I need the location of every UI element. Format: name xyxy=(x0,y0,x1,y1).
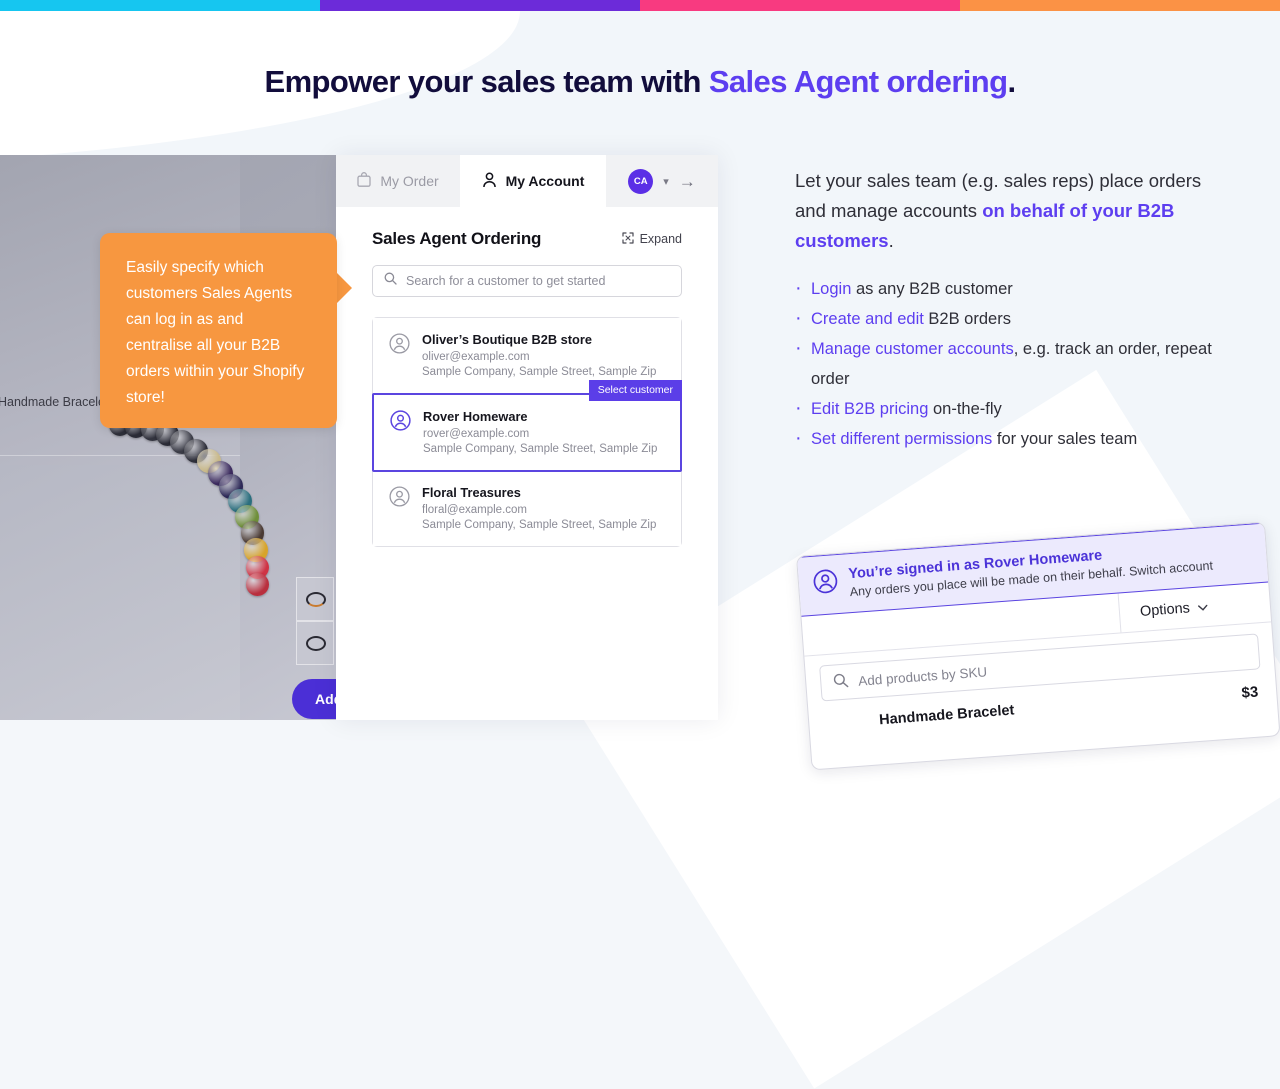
panel-body: Sales Agent Ordering Expand Search for a… xyxy=(336,207,718,547)
options-label: Options xyxy=(1139,599,1191,620)
expand-label: Expand xyxy=(639,232,682,246)
customer-name: Rover Homeware xyxy=(423,409,528,424)
customer-address: Sample Company, Sample Street, Sample Zi… xyxy=(422,366,657,378)
order-entry-card: You’re signed in as Rover Homeware Any o… xyxy=(796,521,1280,771)
bag-icon xyxy=(357,172,371,190)
feature-callout: Easily specify which customers Sales Age… xyxy=(100,233,337,428)
strip-segment-cyan xyxy=(0,0,320,11)
customer-info: Floral Treasures floral@example.com Samp… xyxy=(422,485,656,531)
search-icon xyxy=(384,272,397,290)
list-item[interactable]: Select customer Rover Homeware rover@exa… xyxy=(372,380,682,472)
headline-period: . xyxy=(1007,64,1016,99)
chevron-down-icon[interactable]: ▾ xyxy=(663,175,669,188)
list-item: Set different permissions for your sales… xyxy=(795,423,1215,454)
feature-list: Login as any B2B customer Create and edi… xyxy=(795,273,1215,454)
customer-avatar-icon xyxy=(390,410,411,431)
feature-rest: B2B orders xyxy=(923,310,1011,328)
person-icon xyxy=(482,172,497,191)
product-title: Handmade Bracelet xyxy=(0,395,109,409)
feature-rest: on-the-fly xyxy=(928,400,1002,418)
page-title: Empower your sales team with Sales Agent… xyxy=(0,64,1280,100)
account-menu[interactable]: CA ▾ → xyxy=(606,155,718,207)
list-item: Manage customer accounts, e.g. track an … xyxy=(795,333,1215,394)
feature-accent[interactable]: Login xyxy=(811,280,851,298)
customer-info: Oliver’s Boutique B2B store oliver@examp… xyxy=(422,332,656,378)
arrow-right-icon[interactable]: → xyxy=(679,173,696,190)
tab-my-account[interactable]: My Account xyxy=(460,155,606,207)
select-customer-badge[interactable]: Select customer xyxy=(588,380,682,401)
avatar[interactable]: CA xyxy=(628,168,654,194)
customer-email: oliver@example.com xyxy=(422,351,530,363)
product-hero-image xyxy=(0,465,240,720)
customer-search-box[interactable] xyxy=(372,265,682,297)
order-product-name: Handmade Bracelet xyxy=(878,701,1015,728)
customer-name: Floral Treasures xyxy=(422,485,521,500)
add-to-cart-button[interactable]: Add to cart xyxy=(292,679,340,719)
customer-list: Oliver’s Boutique B2B store oliver@examp… xyxy=(372,317,682,547)
feature-accent[interactable]: Edit B2B pricing xyxy=(811,400,928,418)
headline-accent: Sales Agent ordering xyxy=(708,64,1008,99)
panel-header: Sales Agent Ordering Expand xyxy=(372,229,682,249)
right-content-column: Let your sales team (e.g. sales reps) pl… xyxy=(795,166,1215,454)
tab-my-order-label: My Order xyxy=(380,173,439,189)
order-product-price: $3 xyxy=(1240,683,1259,702)
bracelet-ring-icon xyxy=(306,592,326,607)
person-circle-icon xyxy=(812,568,839,595)
strip-segment-pink xyxy=(640,0,960,11)
customer-name: Oliver’s Boutique B2B store xyxy=(422,332,592,347)
chevron-down-icon xyxy=(1197,598,1208,615)
product-thumbnail-1[interactable] xyxy=(296,577,334,621)
feature-accent[interactable]: Create and edit xyxy=(811,310,924,328)
customer-info: Rover Homeware rover@example.com Sample … xyxy=(423,409,657,455)
list-item[interactable]: Floral Treasures floral@example.com Samp… xyxy=(373,471,681,546)
list-item: Login as any B2B customer xyxy=(795,273,1215,304)
strip-segment-orange xyxy=(960,0,1280,11)
feature-accent[interactable]: Manage customer accounts xyxy=(811,340,1014,358)
feature-accent[interactable]: Set different permissions xyxy=(811,430,992,448)
tab-my-account-label: My Account xyxy=(505,173,585,189)
product-thumbnail-2[interactable] xyxy=(296,621,334,665)
panel-title: Sales Agent Ordering xyxy=(372,229,542,248)
customer-email: rover@example.com xyxy=(423,428,530,440)
expand-button[interactable]: Expand xyxy=(621,231,682,247)
search-input[interactable] xyxy=(406,274,670,288)
callout-pointer xyxy=(336,272,352,304)
feature-rest: for your sales team xyxy=(992,430,1138,448)
sales-agent-panel: My Order My Account CA ▾ → Sales Agent O… xyxy=(336,155,718,720)
bracelet-ring-icon xyxy=(306,636,326,651)
customer-address: Sample Company, Sample Street, Sample Zi… xyxy=(422,519,657,531)
customer-avatar-icon xyxy=(389,486,410,507)
tab-my-order[interactable]: My Order xyxy=(336,155,460,207)
lead-period: . xyxy=(888,230,894,251)
panel-tabbar: My Order My Account CA ▾ → xyxy=(336,155,718,207)
lead-paragraph: Let your sales team (e.g. sales reps) pl… xyxy=(795,166,1215,256)
expand-icon xyxy=(621,231,634,247)
customer-email: floral@example.com xyxy=(422,504,527,516)
customer-address: Sample Company, Sample Street, Sample Zi… xyxy=(423,443,658,455)
feature-rest: as any B2B customer xyxy=(851,280,1013,298)
switch-account-link[interactable]: Switch account xyxy=(1125,559,1214,579)
top-color-strip xyxy=(0,0,1280,11)
bracelet-bead xyxy=(246,573,270,596)
search-icon xyxy=(833,673,849,692)
sku-placeholder-text: Add products by SKU xyxy=(857,663,988,689)
list-item: Create and edit B2B orders xyxy=(795,303,1215,334)
list-item: Edit B2B pricing on-the-fly xyxy=(795,393,1215,424)
strip-segment-purple xyxy=(320,0,640,11)
customer-avatar-icon xyxy=(389,333,410,354)
headline-plain: Empower your sales team with xyxy=(264,64,709,99)
